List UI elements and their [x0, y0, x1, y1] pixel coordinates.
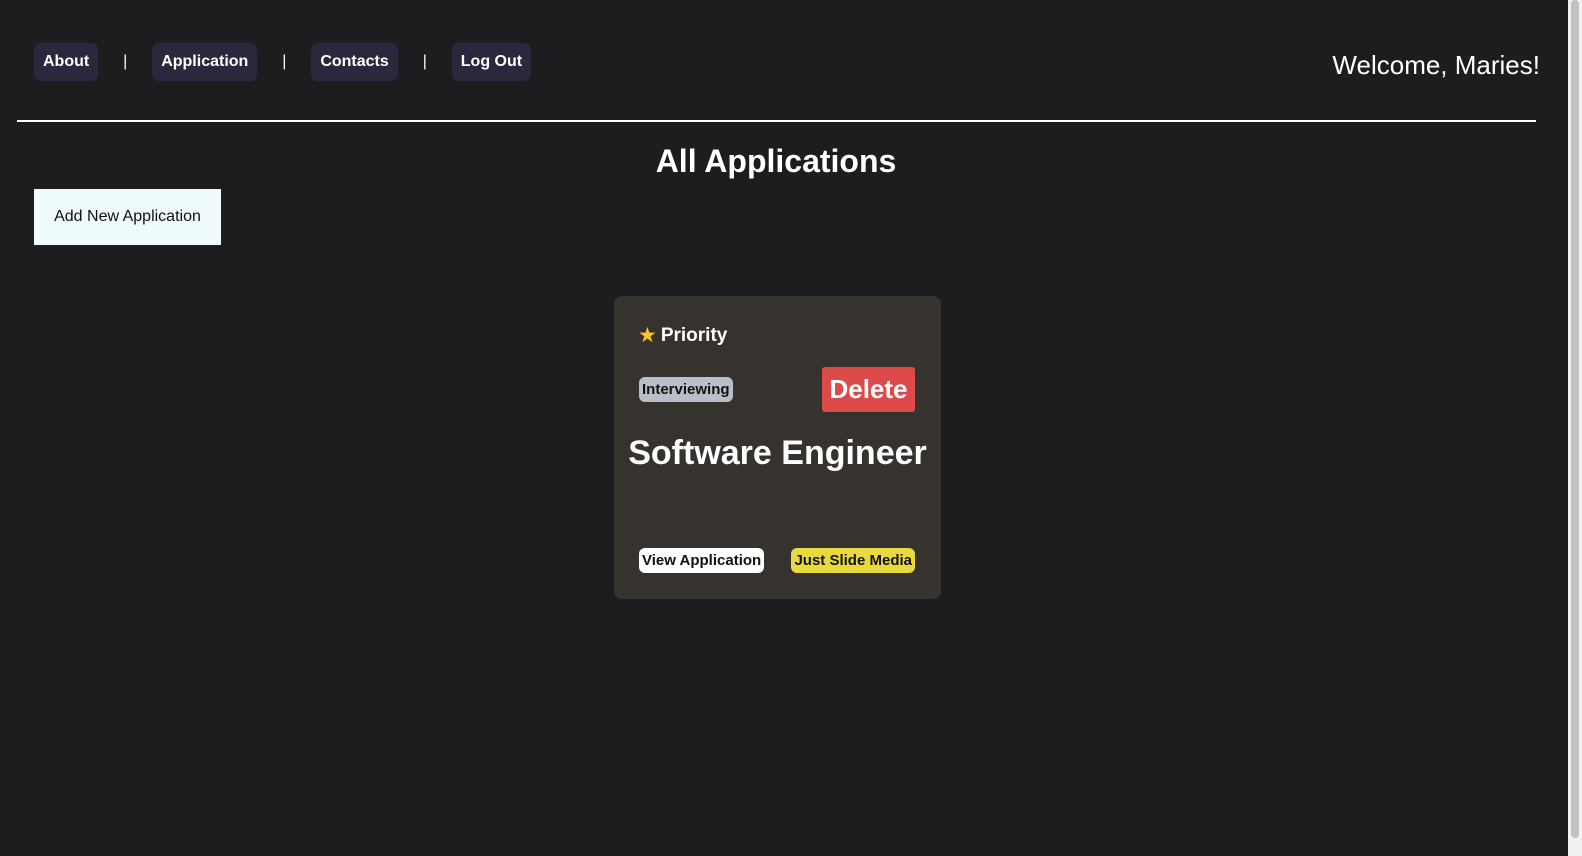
welcome-message: Welcome, Maries! [1332, 50, 1540, 80]
star-icon: ★ [638, 324, 657, 347]
scrollbar-thumb[interactable] [1571, 0, 1579, 838]
nav-separator: | [123, 53, 128, 70]
priority-text: Priority [660, 324, 728, 346]
page-title: All Applications [655, 143, 897, 179]
top-navbar: About | Application | Contacts | Log Out [34, 43, 532, 81]
header-divider [17, 120, 1536, 122]
nav-logout-link[interactable]: Log Out [451, 43, 532, 81]
application-card: ★ Priority Interviewing Delete Software … [614, 296, 941, 599]
add-new-application-button[interactable]: Add New Application [34, 189, 221, 245]
vertical-scrollbar[interactable] [1568, 0, 1582, 856]
nav-about-link[interactable]: About [34, 43, 99, 81]
view-application-button[interactable]: View Application [639, 548, 765, 573]
nav-separator: | [282, 53, 287, 70]
page: About | Application | Contacts | Log Out… [0, 0, 1568, 856]
delete-button[interactable]: Delete [822, 367, 915, 412]
company-badge: Just Slide Media [791, 548, 915, 573]
job-title: Software Engineer [628, 434, 927, 472]
nav-application-link[interactable]: Application [152, 43, 258, 81]
nav-separator: | [422, 53, 427, 70]
status-badge: Interviewing [639, 377, 733, 402]
nav-contacts-link[interactable]: Contacts [311, 43, 398, 81]
priority-label: ★ Priority [638, 323, 727, 348]
